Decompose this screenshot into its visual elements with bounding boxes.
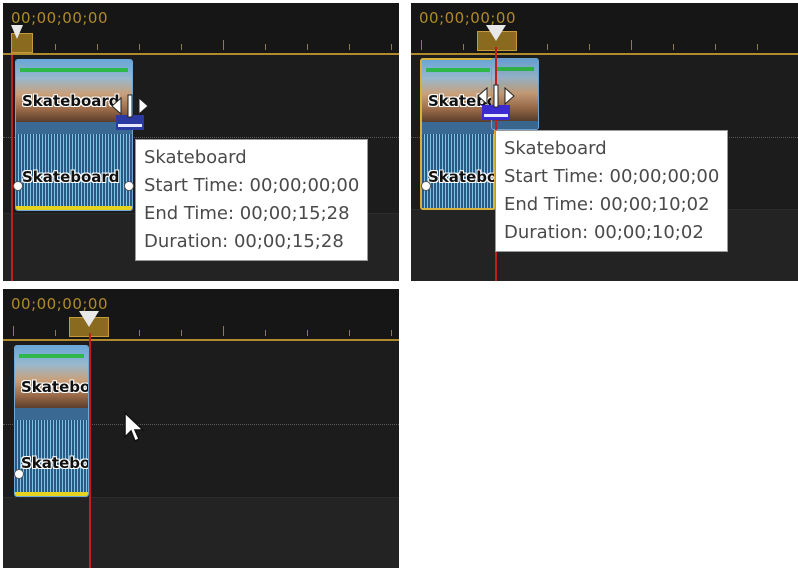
ruler-tick [391,330,392,336]
empty-lane [3,498,399,568]
ruler-tick [673,44,674,50]
ruler-tick [589,44,590,50]
audio-volume-knob[interactable] [421,181,431,191]
ruler-tick [139,44,140,50]
playhead-line [11,55,13,281]
playhead-line [89,333,91,568]
ruler-tick [265,330,266,336]
ruler-tick [55,330,56,336]
timeline-ruler[interactable]: 00;00;00;00 [411,3,798,55]
ruler-tick [757,44,758,50]
clip-green-bar [496,67,534,71]
audio-waveform [422,124,494,208]
ruler-tick [55,44,56,50]
ruler-tick [715,44,716,50]
tooltip-end-time: End Time: 00;00;15;28 [144,203,350,224]
ruler-tick [463,44,464,50]
trim-cursor-icon [111,94,149,130]
audio-volume-knob[interactable] [14,469,24,479]
clip-info-tooltip: Skateboard Start Time: 00;00;00;00 End T… [495,130,729,252]
clip-green-bar [20,68,128,72]
ruler-tick [547,44,548,50]
audio-clip-title: Skateboard [22,168,120,186]
ruler-tick [265,44,266,50]
playhead-marker-icon[interactable] [79,311,99,327]
clip-info-tooltip: Skateboard Start Time: 00;00;00;00 End T… [135,139,369,261]
audio-level-strip [15,492,88,496]
tooltip-clip-name: Skateboard [504,138,607,159]
ruler-tick [307,330,308,336]
audio-waveform [15,410,88,496]
ruler-tick [349,44,350,50]
timeline-ruler[interactable]: 00;00;00;00 [3,3,399,55]
timeline-ruler[interactable]: 00;00;00;00 [3,289,399,341]
timecode-display: 00;00;00;00 [11,9,109,27]
timeline-panel-2: 00;00;00;00 Skateboard Skateboard [411,3,798,281]
timeline-panel-1: 00;00;00;00 Skateboard Skateboard Skateb… [3,3,399,281]
audio-band [422,124,494,134]
ruler-tick [223,40,224,50]
clip-title: Skateboard [22,92,120,110]
ruler-tick [421,40,422,50]
audio-level-strip [16,206,132,210]
tooltip-start-time: Start Time: 00;00;00;00 [144,175,360,196]
tooltip-clip-name: Skateboard [144,147,247,168]
ruler-tick [307,44,308,50]
ruler-tick [97,44,98,50]
audio-band [15,410,88,420]
playhead-marker-icon[interactable] [11,25,23,39]
arrow-cursor-icon [124,411,145,443]
ruler-tick [391,44,392,50]
trim-cursor-icon [477,84,515,120]
audio-volume-knob[interactable] [13,181,23,191]
video-clip-selected[interactable]: Skateboard Skateboard [420,58,496,210]
ruler-tick [13,326,14,336]
ruler-tick [349,330,350,336]
clip-green-bar [19,354,84,358]
audio-waveform [16,124,132,210]
tooltip-end-time: End Time: 00;00;10;02 [504,194,710,215]
clip-green-bar [426,68,490,72]
audio-clip-title: Skateboard [428,168,496,186]
timeline-panel-3: 00;00;00;00 Skateboard Skateboard [3,289,399,568]
playhead-marker-icon[interactable] [486,25,506,41]
ruler-tick [139,330,140,336]
clip-title: Skateboard [21,378,89,396]
tooltip-start-time: Start Time: 00;00;00;00 [504,166,720,187]
audio-volume-knob[interactable] [124,181,134,191]
video-clip[interactable]: Skateboard Skateboard [15,59,133,211]
ruler-tick [181,330,182,336]
tooltip-duration: Duration: 00;00;15;28 [144,231,344,252]
video-clip[interactable]: Skateboard Skateboard [14,345,89,497]
ruler-tick [223,326,224,336]
audio-clip-title: Skateboard [21,454,89,472]
tooltip-duration: Duration: 00;00;10;02 [504,222,704,243]
ruler-tick [631,40,632,50]
ruler-tick [181,44,182,50]
